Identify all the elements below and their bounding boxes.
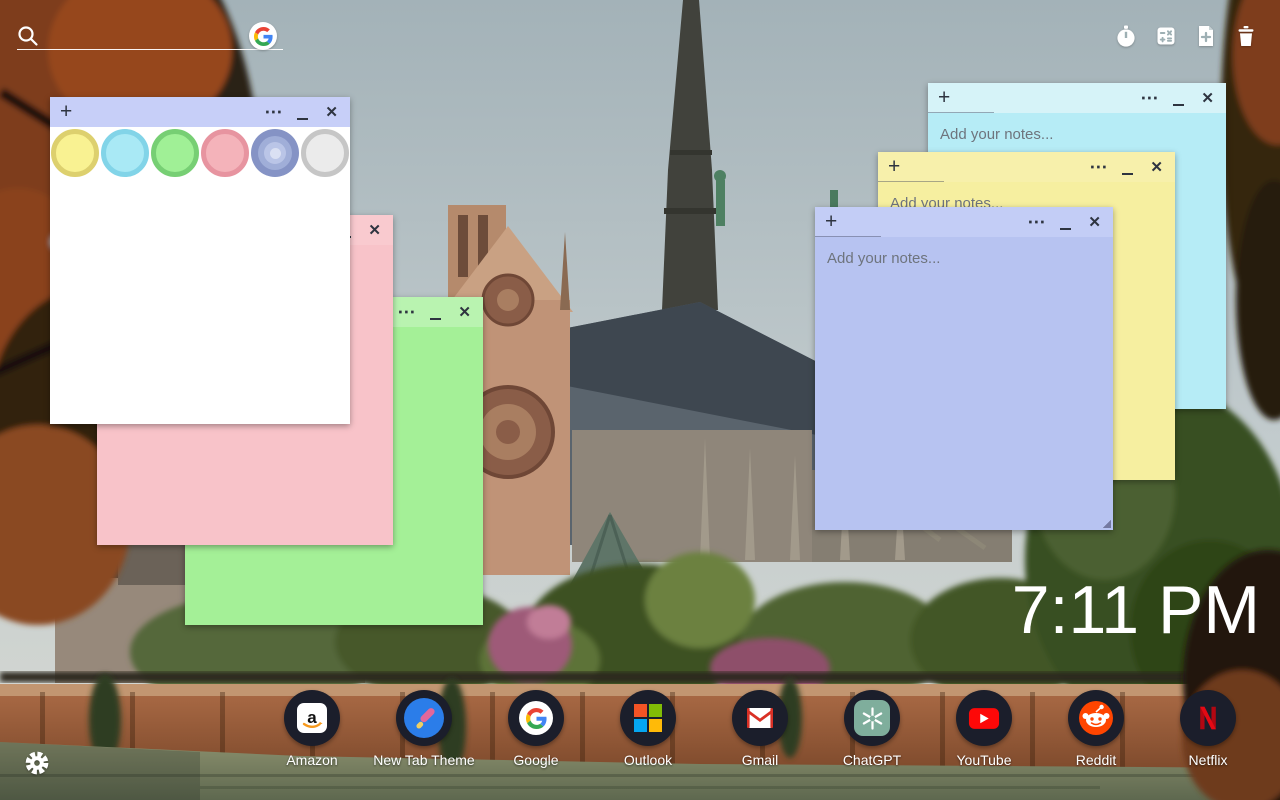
gmail-icon bbox=[732, 690, 788, 746]
dock-item-gmail[interactable]: Gmail bbox=[732, 690, 788, 768]
reddit-icon bbox=[1068, 690, 1124, 746]
dock-label: ChatGPT bbox=[842, 752, 902, 768]
new-tab-theme-icon bbox=[396, 690, 452, 746]
dock-label: New Tab Theme bbox=[373, 752, 475, 768]
dock-label: Gmail bbox=[741, 752, 779, 768]
note-titlebar[interactable]: + ⋯ ✕ bbox=[928, 83, 1226, 113]
note-more-button[interactable]: ⋯ bbox=[1089, 154, 1107, 180]
palette-swatch-blue-selected[interactable] bbox=[251, 129, 299, 177]
amazon-icon: a bbox=[284, 690, 340, 746]
note-titlebar[interactable]: + ⋯ ✕ bbox=[815, 207, 1113, 237]
dock-label: Google bbox=[513, 752, 559, 768]
dock-item-chatgpt[interactable]: ChatGPT bbox=[843, 690, 901, 768]
note-minimize-button[interactable] bbox=[1173, 103, 1185, 107]
dock-label: Amazon bbox=[286, 752, 338, 768]
note-close-button[interactable]: ✕ bbox=[368, 221, 381, 239]
google-logo[interactable] bbox=[249, 22, 277, 50]
note-editor[interactable] bbox=[50, 127, 350, 424]
note-placeholder: Add your notes... bbox=[827, 250, 941, 267]
note-placeholder: Add your notes... bbox=[940, 126, 1054, 143]
note-titlebar[interactable]: + ⋯ ✕ bbox=[50, 97, 350, 127]
google-icon bbox=[508, 690, 564, 746]
palette-swatch-gray[interactable] bbox=[301, 129, 349, 177]
add-note-icon[interactable] bbox=[1194, 24, 1218, 48]
search-input[interactable] bbox=[17, 20, 283, 50]
note-more-button[interactable]: ⋯ bbox=[264, 99, 282, 125]
dock-item-outlook[interactable]: Outlook bbox=[620, 690, 676, 768]
dock-label: Netflix bbox=[1188, 752, 1228, 768]
note-more-button[interactable]: ⋯ bbox=[1140, 85, 1158, 111]
note-titlebar[interactable]: + ⋯ ✕ bbox=[878, 152, 1175, 182]
settings-gear-icon[interactable] bbox=[24, 750, 50, 776]
dock-item-new-tab-theme[interactable]: New Tab Theme bbox=[373, 690, 475, 768]
outlook-icon bbox=[620, 690, 676, 746]
netflix-icon bbox=[1180, 690, 1236, 746]
dock: a Amazon New Tab Theme Google Outlook Gm… bbox=[284, 690, 1236, 768]
note-minimize-button[interactable] bbox=[297, 117, 309, 121]
blue-note-window: + ⋯ ✕ Add your notes... bbox=[815, 207, 1113, 530]
palette-note-window: + ⋯ ✕ bbox=[50, 97, 350, 424]
timer-icon[interactable] bbox=[1114, 24, 1138, 48]
note-tab-underline bbox=[815, 235, 881, 237]
note-close-button[interactable]: ✕ bbox=[1150, 158, 1163, 176]
color-palette bbox=[50, 127, 350, 177]
note-add-button[interactable]: + bbox=[888, 153, 900, 181]
note-add-button[interactable]: + bbox=[938, 84, 950, 112]
trash-icon[interactable] bbox=[1234, 24, 1258, 48]
dock-item-youtube[interactable]: YouTube bbox=[956, 690, 1012, 768]
note-editor[interactable]: Add your notes... bbox=[815, 237, 1113, 530]
note-more-button[interactable]: ⋯ bbox=[1027, 209, 1045, 235]
dock-label: Reddit bbox=[1075, 752, 1117, 768]
note-close-button[interactable]: ✕ bbox=[1088, 213, 1101, 231]
palette-swatch-cyan[interactable] bbox=[101, 129, 149, 177]
dock-item-netflix[interactable]: Netflix bbox=[1180, 690, 1236, 768]
calculator-icon[interactable] bbox=[1154, 24, 1178, 48]
note-minimize-button[interactable] bbox=[430, 317, 442, 321]
note-close-button[interactable]: ✕ bbox=[1201, 89, 1214, 107]
note-tab-underline bbox=[928, 111, 994, 113]
toolbar bbox=[1114, 24, 1258, 48]
palette-swatch-green[interactable] bbox=[151, 129, 199, 177]
chatgpt-icon bbox=[844, 690, 900, 746]
palette-swatch-yellow[interactable] bbox=[51, 129, 99, 177]
note-minimize-button[interactable] bbox=[1060, 227, 1072, 231]
dock-item-amazon[interactable]: a Amazon bbox=[284, 690, 340, 768]
svg-text:a: a bbox=[307, 708, 317, 727]
resize-handle[interactable] bbox=[1102, 519, 1111, 528]
palette-swatch-pink[interactable] bbox=[201, 129, 249, 177]
dock-item-reddit[interactable]: Reddit bbox=[1068, 690, 1124, 768]
dock-item-google[interactable]: Google bbox=[508, 690, 564, 768]
search-bar bbox=[0, 0, 300, 60]
note-close-button[interactable]: ✕ bbox=[458, 303, 471, 321]
youtube-icon bbox=[956, 690, 1012, 746]
note-tab-underline bbox=[878, 180, 944, 182]
note-more-button[interactable]: ⋯ bbox=[397, 299, 415, 325]
note-close-button[interactable]: ✕ bbox=[325, 103, 338, 121]
note-add-button[interactable]: + bbox=[60, 98, 72, 126]
dock-label: YouTube bbox=[956, 752, 1012, 768]
note-add-button[interactable]: + bbox=[825, 208, 837, 236]
dock-label: Outlook bbox=[623, 752, 673, 768]
clock: 7:11 PM bbox=[1011, 572, 1260, 648]
note-minimize-button[interactable] bbox=[1122, 172, 1134, 176]
